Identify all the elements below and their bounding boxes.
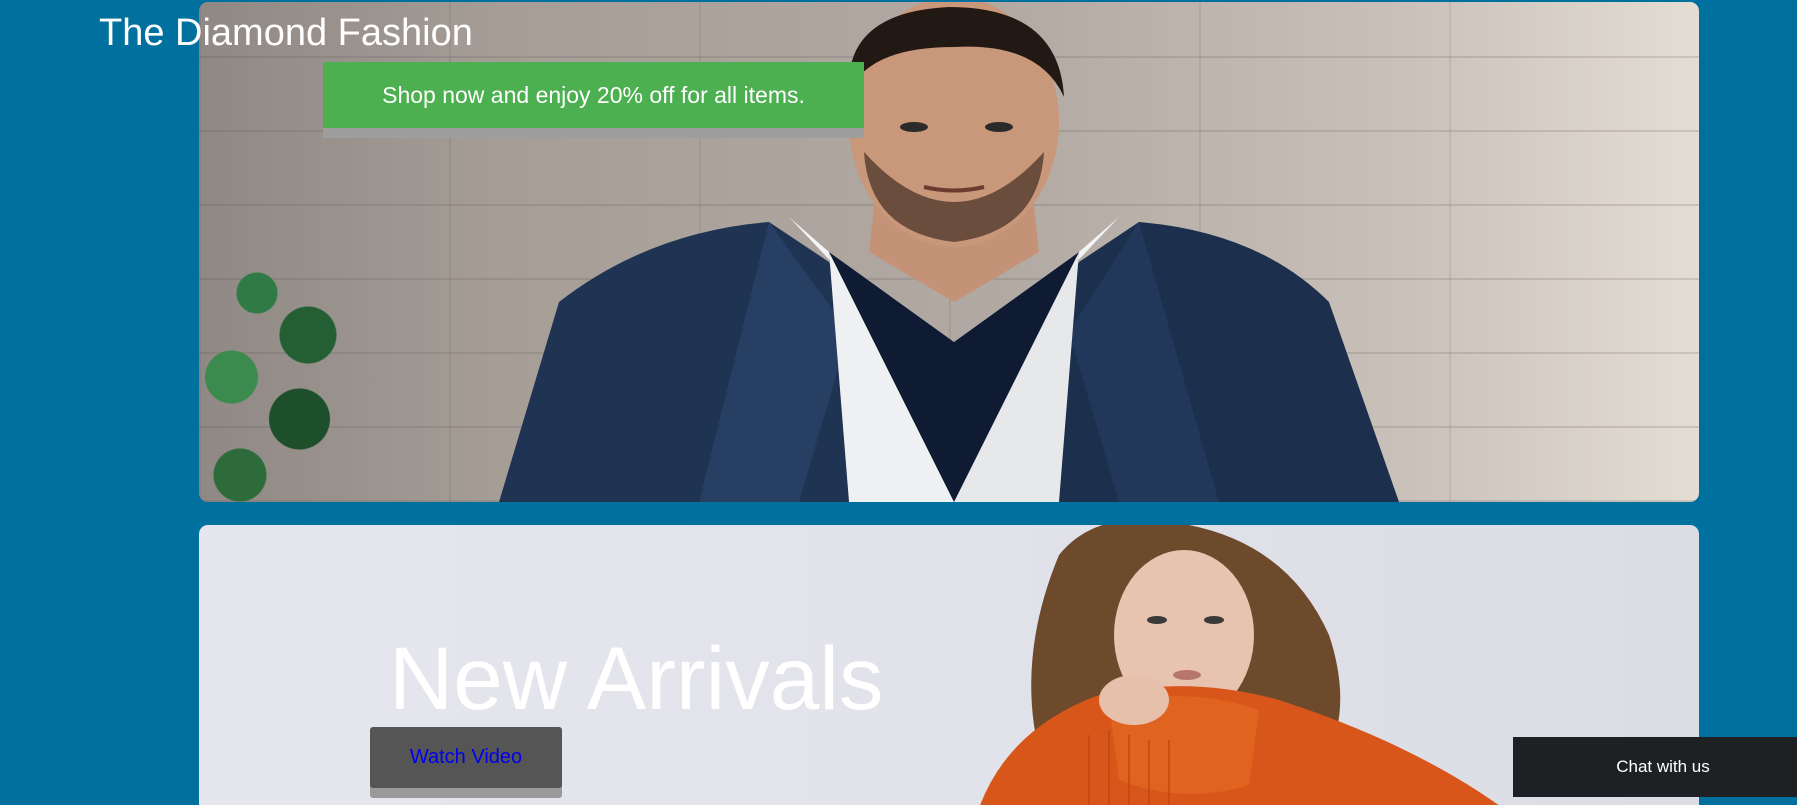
watch-video-button[interactable]: Watch Video <box>370 727 562 788</box>
new-arrivals-heading: New Arrivals <box>389 628 884 728</box>
chat-button[interactable]: Chat with us <box>1513 737 1797 797</box>
new-arrivals-banner: New Arrivals Watch Video <box>199 525 1699 805</box>
promo-banner[interactable]: Shop now and enjoy 20% off for all items… <box>323 62 864 128</box>
site-title[interactable]: The Diamond Fashion <box>99 10 473 56</box>
plant-decoration <box>199 237 359 502</box>
page: The Diamond Fashion Shop now and enjoy 2… <box>0 0 1797 805</box>
chat-button-label: Chat with us <box>1616 757 1710 776</box>
